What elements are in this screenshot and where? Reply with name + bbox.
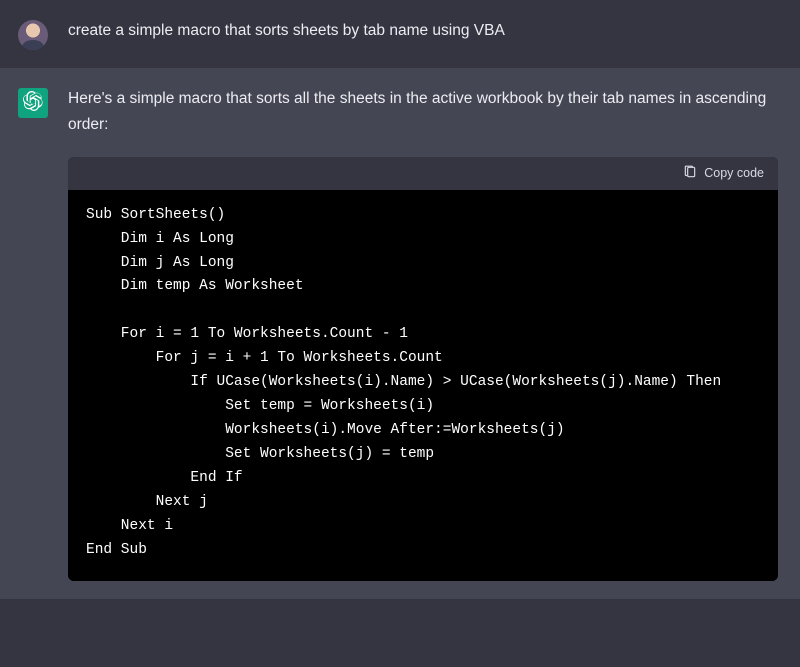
assistant-intro-text: Here's a simple macro that sorts all the… — [68, 86, 778, 139]
code-toolbar: Copy code — [68, 157, 778, 190]
assistant-message-row: Here's a simple macro that sorts all the… — [0, 68, 800, 599]
copy-code-button[interactable]: Copy code — [683, 165, 764, 182]
openai-logo-icon — [23, 91, 43, 116]
copy-code-label: Copy code — [704, 166, 764, 180]
assistant-content: Here's a simple macro that sorts all the… — [68, 86, 778, 581]
user-message-row: create a simple macro that sorts sheets … — [0, 0, 800, 68]
code-content[interactable]: Sub SortSheets() Dim i As Long Dim j As … — [68, 190, 778, 581]
code-block: Copy code Sub SortSheets() Dim i As Long… — [68, 157, 778, 581]
user-message-text: create a simple macro that sorts sheets … — [68, 18, 778, 44]
user-avatar — [18, 20, 48, 50]
assistant-avatar — [18, 88, 48, 118]
user-content: create a simple macro that sorts sheets … — [68, 18, 778, 44]
clipboard-icon — [683, 165, 697, 182]
